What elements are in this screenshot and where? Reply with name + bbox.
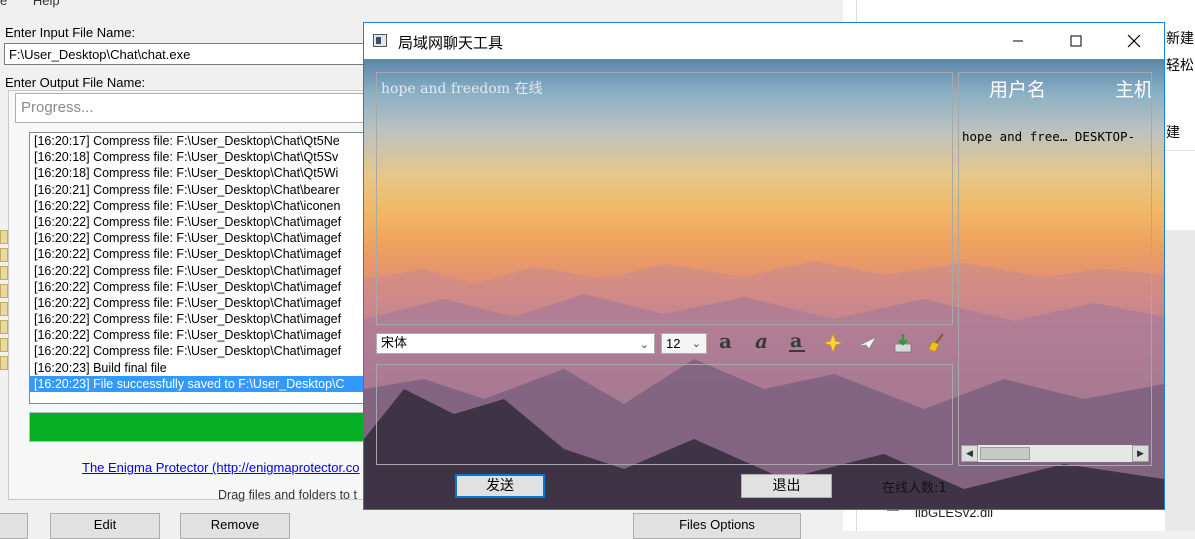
build-label[interactable]: 建 bbox=[1166, 122, 1180, 142]
log-list[interactable]: [16:20:17] Compress file: F:\User_Deskto… bbox=[29, 132, 379, 404]
log-line[interactable]: [16:20:22] Compress file: F:\User_Deskto… bbox=[30, 230, 378, 246]
message-input[interactable] bbox=[376, 364, 953, 465]
send-file-button[interactable] bbox=[855, 331, 879, 355]
log-line[interactable]: [16:20:22] Compress file: F:\User_Deskto… bbox=[30, 279, 378, 295]
menu-bar: e Help bbox=[0, 0, 74, 11]
input-file-label: Enter Input File Name: bbox=[5, 25, 136, 40]
italic-button[interactable]: a bbox=[751, 331, 775, 355]
color-button[interactable] bbox=[821, 331, 845, 355]
new-item-label[interactable]: 新建 bbox=[1166, 28, 1194, 48]
font-family-value: 宋体 bbox=[381, 336, 408, 351]
progress-bar-fill bbox=[30, 413, 388, 441]
log-line[interactable]: [16:20:22] Compress file: F:\User_Deskto… bbox=[30, 311, 378, 327]
log-line[interactable]: [16:20:18] Compress file: F:\User_Deskto… bbox=[30, 149, 378, 165]
online-count: 在线人数:1 bbox=[882, 481, 947, 496]
maximize-icon bbox=[1070, 35, 1082, 47]
scroll-left-icon[interactable]: ◀ bbox=[961, 445, 978, 462]
remove-button[interactable]: Remove bbox=[180, 513, 290, 539]
ribbon-divider bbox=[1165, 150, 1195, 151]
paper-plane-icon bbox=[857, 336, 878, 350]
sparkle-icon bbox=[822, 333, 844, 353]
user-row[interactable]: hope and free… DESKTOP- bbox=[962, 129, 1135, 144]
download-icon bbox=[894, 334, 912, 353]
scroll-thumb[interactable] bbox=[980, 447, 1030, 460]
svg-text:a: a bbox=[755, 332, 768, 353]
easy-access-label[interactable]: 轻松 bbox=[1166, 55, 1194, 75]
log-line[interactable]: [16:20:22] Compress file: F:\User_Deskto… bbox=[30, 198, 378, 214]
output-file-label: Enter Output File Name: bbox=[5, 75, 146, 90]
log-line[interactable]: [16:20:23] File successfully saved to F:… bbox=[30, 375, 378, 392]
scroll-right-icon[interactable]: ▶ bbox=[1132, 445, 1149, 462]
menu-item-edit[interactable]: e bbox=[0, 0, 7, 8]
user-list-hscroll[interactable]: ◀ ▶ bbox=[961, 445, 1149, 462]
progress-bar bbox=[29, 412, 389, 442]
left-partial-button[interactable] bbox=[0, 513, 28, 539]
files-options-button[interactable]: Files Options bbox=[633, 513, 801, 539]
close-icon bbox=[1127, 34, 1141, 48]
font-family-select[interactable]: 宋体 ⌄ bbox=[376, 333, 655, 354]
log-line[interactable]: [16:20:22] Compress file: F:\User_Deskto… bbox=[30, 263, 378, 279]
underline-icon: a bbox=[789, 332, 805, 352]
italic-icon: a bbox=[755, 332, 768, 353]
font-size-select[interactable]: 12 ⌄ bbox=[661, 333, 707, 354]
minimize-icon bbox=[1013, 40, 1023, 42]
tree-icons-strip bbox=[0, 230, 8, 480]
quit-button[interactable]: 退出 bbox=[741, 474, 832, 498]
minimize-button[interactable] bbox=[989, 23, 1047, 59]
user-list[interactable]: 用户名 主机 hope and free… DESKTOP- ◀ ▶ bbox=[958, 72, 1152, 466]
progress-field: Progress... bbox=[15, 93, 395, 123]
title-bar[interactable]: 局域网聊天工具 bbox=[364, 23, 1164, 59]
user-header-name[interactable]: 用户名 bbox=[989, 75, 1046, 102]
chevron-down-icon: ⌄ bbox=[639, 338, 649, 351]
app-icon bbox=[373, 34, 387, 47]
file-list-scroll bbox=[1165, 230, 1195, 531]
log-line[interactable]: [16:20:22] Compress file: F:\User_Deskto… bbox=[30, 343, 378, 359]
chat-window: 局域网聊天工具 hope and freedom 在线 用户名 主机 hope … bbox=[363, 22, 1165, 510]
message-line: hope and freedom 在线 bbox=[381, 81, 543, 97]
bold-button[interactable]: a bbox=[715, 331, 739, 355]
drag-hint: Drag files and folders to t bbox=[218, 488, 357, 502]
font-size-value: 12 bbox=[666, 336, 681, 351]
user-header-host[interactable]: 主机 bbox=[1115, 75, 1151, 102]
window-title: 局域网聊天工具 bbox=[398, 34, 504, 52]
log-line[interactable]: [16:20:22] Compress file: F:\User_Deskto… bbox=[30, 214, 378, 230]
log-line[interactable]: [16:20:17] Compress file: F:\User_Deskto… bbox=[30, 133, 378, 149]
progress-dialog: Progress... [16:20:17] Compress file: F:… bbox=[8, 90, 408, 500]
log-line[interactable]: [16:20:22] Compress file: F:\User_Deskto… bbox=[30, 295, 378, 311]
edit-button[interactable]: Edit bbox=[50, 513, 160, 539]
message-display[interactable]: hope and freedom 在线 bbox=[376, 72, 953, 325]
underline-button[interactable]: a bbox=[785, 331, 809, 355]
close-button[interactable] bbox=[1105, 23, 1163, 59]
log-line[interactable]: [16:20:22] Compress file: F:\User_Deskto… bbox=[30, 246, 378, 262]
menu-item-help[interactable]: Help bbox=[33, 0, 60, 8]
log-line[interactable]: [16:20:23] Build final file bbox=[30, 360, 378, 376]
save-button[interactable] bbox=[891, 331, 915, 355]
bold-icon: a bbox=[719, 332, 732, 353]
chat-background: hope and freedom 在线 用户名 主机 hope and free… bbox=[364, 59, 1164, 509]
svg-text:a: a bbox=[719, 332, 732, 353]
log-line[interactable]: [16:20:22] Compress file: F:\User_Deskto… bbox=[30, 327, 378, 343]
chevron-down-icon: ⌄ bbox=[691, 338, 701, 350]
svg-text:a: a bbox=[790, 332, 802, 352]
broom-icon bbox=[928, 333, 944, 353]
log-line[interactable]: [16:20:21] Compress file: F:\User_Deskto… bbox=[30, 182, 378, 198]
send-button[interactable]: 发送 bbox=[455, 474, 545, 498]
log-line[interactable]: [16:20:18] Compress file: F:\User_Deskto… bbox=[30, 165, 378, 181]
enigma-link[interactable]: The Enigma Protector (http://enigmaprote… bbox=[82, 460, 359, 475]
maximize-button[interactable] bbox=[1047, 23, 1105, 59]
input-file-field[interactable]: F:\User_Desktop\Chat\chat.exe bbox=[4, 43, 364, 65]
clear-button[interactable] bbox=[925, 331, 949, 355]
